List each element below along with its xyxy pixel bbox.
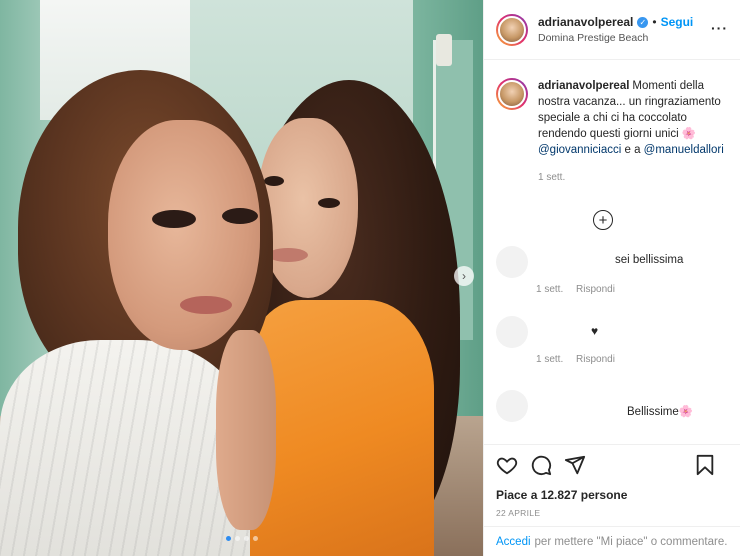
comments-section[interactable]: adrianavolpereal Momenti della nostra vac…	[484, 60, 740, 444]
post-date[interactable]: 22 APRILE	[484, 504, 740, 526]
comment-time[interactable]: 1 sett.	[536, 354, 563, 365]
post-photo[interactable]: ›	[0, 0, 483, 556]
login-link[interactable]: Accedi	[496, 536, 531, 548]
comment-icon[interactable]	[530, 454, 552, 476]
username-link[interactable]: adrianavolpereal	[538, 15, 633, 29]
follow-button[interactable]: Segui	[661, 15, 694, 29]
carousel-dot	[226, 536, 231, 541]
carousel-dots	[226, 536, 258, 541]
girl-lips	[268, 248, 308, 262]
woman-face	[108, 120, 260, 350]
carousel-next-button[interactable]: ›	[454, 266, 474, 286]
avatar[interactable]	[496, 390, 528, 422]
avatar[interactable]	[496, 13, 528, 46]
girl-eye	[318, 198, 340, 208]
caption: adrianavolpereal Momenti della nostra vac…	[496, 78, 728, 186]
reply-button[interactable]: Rispondi	[576, 354, 615, 365]
login-text: per mettere "Mi piace" o commentare.	[534, 535, 728, 548]
post-panel: adrianavolpereal ✓ • Segui Domina Presti…	[483, 0, 740, 556]
comment-time[interactable]: 1 sett.	[536, 284, 563, 295]
heart-icon[interactable]	[496, 454, 518, 476]
avatar[interactable]	[496, 316, 528, 348]
woman-eye	[152, 210, 196, 228]
separator: •	[652, 15, 657, 29]
reply-button[interactable]: Rispondi	[576, 284, 615, 295]
verified-icon: ✓	[637, 16, 649, 28]
woman-eye	[222, 208, 258, 224]
avatar[interactable]	[496, 246, 528, 278]
carousel-dot	[244, 536, 249, 541]
girl-arm	[216, 330, 276, 530]
mention-link[interactable]: @giovanniciacci	[538, 144, 621, 156]
instagram-post: › adrianavolpereal ✓ • Segui Domina Pres…	[0, 0, 740, 556]
girl-face	[258, 118, 358, 298]
action-bar	[484, 444, 740, 484]
girl-eye	[264, 176, 284, 186]
comment-text: ♥	[591, 324, 599, 338]
location-link[interactable]: Domina Prestige Beach	[538, 32, 693, 44]
carousel-dot	[235, 536, 240, 541]
woman-lips	[180, 296, 232, 314]
chevron-right-icon: ›	[462, 269, 466, 283]
more-options-icon[interactable]: ···	[711, 20, 728, 36]
caption-time[interactable]: 1 sett.	[538, 172, 565, 183]
plus-icon: +	[598, 211, 608, 229]
likes-count[interactable]: Piace a 12.827 persone	[484, 484, 740, 504]
mention-link[interactable]: @manueldallori	[644, 144, 724, 156]
share-icon[interactable]	[564, 454, 586, 476]
woman-shirt	[0, 340, 250, 556]
login-prompt: Accedi per mettere "Mi piace" o commenta…	[484, 526, 740, 556]
caption-text: e a	[621, 144, 644, 156]
caption-username[interactable]: adrianavolpereal	[538, 80, 629, 92]
comment-text: sei bellissima	[615, 254, 684, 266]
load-more-comments-button[interactable]: +	[593, 210, 613, 230]
avatar[interactable]	[496, 78, 528, 110]
bookmark-icon[interactable]	[694, 454, 716, 476]
background-lamp	[436, 34, 452, 66]
comment-text: Bellissime🌸	[627, 406, 694, 418]
post-header: adrianavolpereal ✓ • Segui Domina Presti…	[484, 0, 740, 60]
carousel-dot	[253, 536, 258, 541]
